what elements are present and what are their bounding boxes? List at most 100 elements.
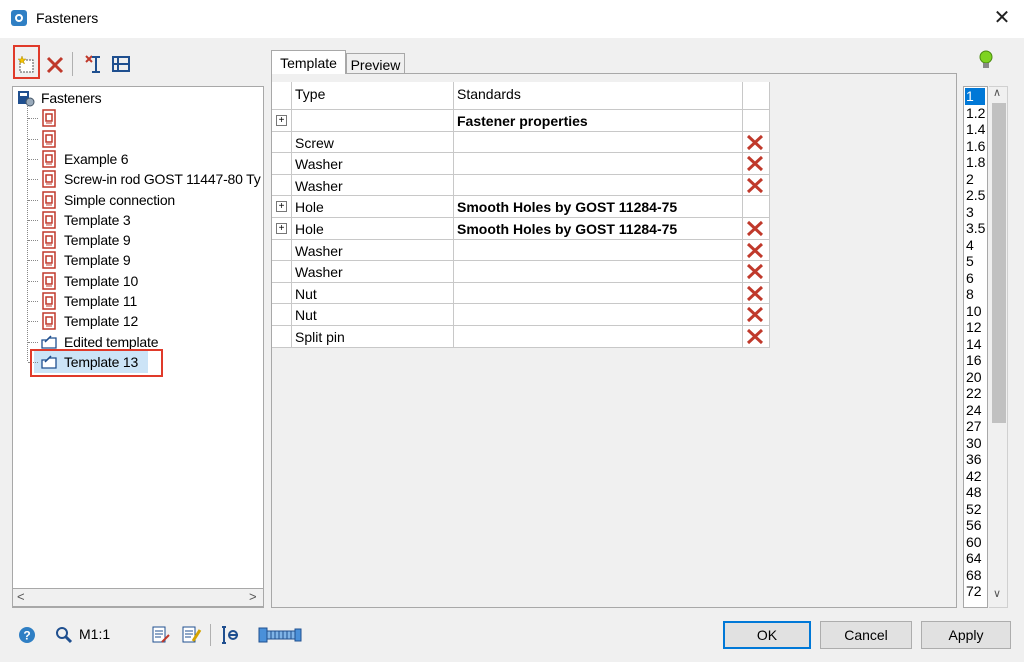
size-item[interactable]: 14 [965, 336, 985, 353]
table-row[interactable]: Washer [272, 174, 770, 197]
size-item[interactable]: 56 [965, 517, 985, 534]
template-grid[interactable]: Type Standards + Fastener properties Screw… [271, 73, 957, 608]
size-item[interactable]: 27 [965, 418, 985, 435]
sizes-scroll-thumb[interactable] [992, 103, 1006, 423]
tree-connector [28, 240, 38, 242]
size-item[interactable]: 1.4 [965, 121, 985, 138]
size-item[interactable]: 1 [965, 88, 985, 105]
properties-icon[interactable] [150, 624, 172, 646]
header-standards: Standards [457, 86, 521, 102]
delete-row-icon[interactable] [746, 306, 764, 323]
tab-template[interactable]: Template [271, 50, 346, 74]
delete-row-icon[interactable] [746, 328, 764, 345]
lightbulb-icon[interactable] [976, 48, 996, 72]
size-item[interactable]: 30 [965, 435, 985, 452]
table-row[interactable]: Nut [272, 304, 770, 326]
table-row[interactable]: Screw [272, 131, 770, 154]
delete-row-icon[interactable] [746, 220, 764, 237]
size-item[interactable]: 2.5 [965, 187, 985, 204]
table-row[interactable]: Nut [272, 282, 770, 305]
size-item[interactable]: 60 [965, 534, 985, 551]
table-row[interactable]: Washer [272, 261, 770, 283]
delete-row-icon[interactable] [746, 155, 764, 172]
delete-row-icon[interactable] [746, 263, 764, 280]
insertion-point-icon[interactable] [220, 624, 242, 646]
size-item[interactable]: 10 [965, 303, 985, 320]
tree-item[interactable]: Template 12 [40, 311, 264, 331]
size-item[interactable]: 20 [965, 369, 985, 386]
table-row[interactable]: Washer [272, 153, 770, 175]
size-item[interactable]: 16 [965, 352, 985, 369]
delete-icon[interactable] [44, 54, 66, 76]
table-row[interactable]: + Hole Smooth Holes by GOST 11284-75 [272, 218, 770, 240]
tree-horizontal-scrollbar[interactable]: < > [12, 588, 264, 607]
template-icon [42, 109, 56, 128]
tree-item[interactable]: Template 3 [40, 210, 264, 230]
table-row[interactable]: + Hole Smooth Holes by GOST 11284-75 [272, 196, 770, 218]
size-item[interactable]: 64 [965, 550, 985, 567]
insert-fastener-icon[interactable] [82, 53, 104, 75]
template-icon [42, 129, 56, 148]
table-row[interactable]: Washer [272, 239, 770, 262]
table-row[interactable]: Split pin [272, 326, 770, 348]
size-item[interactable]: 3 [965, 204, 985, 221]
size-item[interactable]: 1.2 [965, 105, 985, 122]
expand-icon[interactable]: + [276, 201, 287, 213]
bolt-preview-icon[interactable] [256, 622, 304, 648]
header-type: Type [295, 86, 326, 102]
delete-row-icon[interactable] [746, 177, 764, 194]
size-item[interactable]: 5 [965, 253, 985, 270]
size-item[interactable]: 48 [965, 484, 985, 501]
help-icon[interactable]: ? [18, 626, 36, 644]
expand-icon[interactable]: + [276, 223, 287, 234]
delete-row-icon[interactable] [746, 285, 764, 302]
size-item[interactable]: 12 [965, 319, 985, 336]
edit-properties-icon[interactable] [180, 624, 202, 646]
template-icon [42, 251, 56, 270]
size-item[interactable]: 72 [965, 583, 985, 600]
zoom-icon[interactable] [55, 626, 73, 644]
new-template-icon[interactable] [16, 54, 38, 76]
tree-item[interactable]: Simple connection [40, 190, 264, 210]
cancel-button[interactable]: Cancel [820, 621, 912, 649]
tree-item[interactable]: Template 9 [40, 230, 264, 250]
tree-item[interactable]: Template 10 [40, 271, 264, 291]
size-item[interactable]: 24 [965, 402, 985, 419]
table-row[interactable]: + Fastener properties [272, 110, 770, 132]
size-item[interactable]: 3.5 [965, 220, 985, 237]
ok-button[interactable]: OK [723, 621, 811, 649]
size-item[interactable]: 4 [965, 237, 985, 254]
size-item[interactable]: 52 [965, 501, 985, 518]
close-button[interactable]: ✕ [990, 6, 1014, 30]
expand-icon[interactable]: + [276, 115, 287, 126]
delete-row-icon[interactable] [746, 134, 764, 151]
tree-item[interactable]: Template 9 [40, 250, 264, 270]
tree-root-fasteners[interactable]: Fasteners [17, 88, 257, 108]
size-item[interactable]: 2 [965, 171, 985, 188]
sizes-list[interactable]: 1 1.2 1.4 1.6 1.8 2 2.5 3 3.5 4 5 6 8 10 12 14 16 20 22 24 2… [963, 86, 988, 608]
tree-item[interactable]: Example 6 [40, 149, 264, 169]
apply-button[interactable]: Apply [921, 621, 1011, 649]
tab-preview[interactable]: Preview [346, 53, 405, 74]
tree-nodes: Fasteners Example 6 Screw-in rod GOST 1144… [12, 86, 264, 586]
size-item[interactable]: 68 [965, 567, 985, 584]
size-item[interactable]: 22 [965, 385, 985, 402]
row-type: Washer [295, 156, 343, 173]
size-item[interactable]: 6 [965, 270, 985, 287]
tree-item[interactable]: Screw-in rod GOST 11447-80 Ty [40, 169, 264, 189]
edit-fastener-icon[interactable] [110, 53, 132, 75]
size-item[interactable]: 1.6 [965, 138, 985, 155]
size-item[interactable]: 36 [965, 451, 985, 468]
tree-item-label: Template 3 [64, 211, 131, 228]
tree-item-label: Edited template [64, 333, 159, 350]
delete-row-icon[interactable] [746, 242, 764, 259]
size-item[interactable]: 8 [965, 286, 985, 303]
size-item[interactable]: 1.8 [965, 154, 985, 171]
size-item[interactable]: 42 [965, 468, 985, 485]
tree-item[interactable] [40, 129, 264, 149]
tree-item[interactable] [40, 108, 264, 128]
tree-connector [28, 158, 38, 160]
tree-item[interactable]: Template 11 [40, 291, 264, 311]
template-icon [42, 231, 56, 249]
tree-connector [28, 118, 38, 120]
